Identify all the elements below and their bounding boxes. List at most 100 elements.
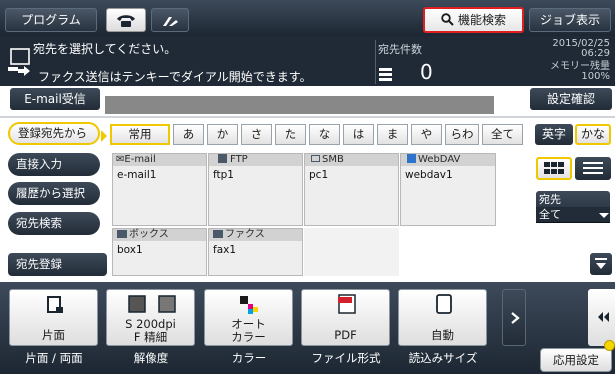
duplex-caption: 片面 / 両面	[25, 351, 83, 365]
color-icon	[240, 296, 258, 314]
color-setting-button[interactable]: オート カラー	[204, 289, 293, 346]
date-time: 2015/02/25 06:29	[480, 39, 610, 59]
cell-type-label: FTP	[230, 154, 248, 165]
divider	[0, 116, 615, 118]
fax-hint-text: ファクス送信はテンキーでダイアル開始できます。	[38, 70, 312, 84]
fax-mode-icon	[163, 17, 178, 26]
cell-type-header: ✉E-mail	[113, 154, 206, 166]
address-cell-email[interactable]: ✉E-mail e-mail1	[112, 153, 207, 226]
resolution-icon	[128, 295, 176, 313]
history-select-button[interactable]: 履歴から選択	[8, 182, 100, 205]
duplex-value: 片面	[42, 328, 65, 342]
color-caption: カラー	[231, 351, 267, 365]
tab-ma[interactable]: ま	[377, 124, 408, 145]
color-value-line2: カラー	[231, 330, 266, 344]
selected-arrow-icon	[101, 130, 107, 142]
tab-common[interactable]: 常用	[110, 124, 170, 145]
double-chevron-left-icon	[598, 312, 609, 322]
cell-type-label: E-mail	[124, 154, 156, 165]
kana-index-button[interactable]: かな	[575, 124, 611, 145]
cell-name: pc1	[309, 169, 329, 181]
tab-ya[interactable]: や	[411, 124, 442, 145]
cell-type-label: WebDAV	[418, 154, 461, 165]
list-icon	[379, 68, 392, 81]
simplex-icon	[47, 296, 63, 313]
destination-register-button[interactable]: 宛先登録	[8, 253, 107, 276]
page-icon	[436, 294, 452, 314]
collapse-panel-button[interactable]	[588, 289, 615, 346]
phone-button[interactable]	[106, 8, 146, 32]
address-cell-fax[interactable]: ファクス fax1	[208, 228, 303, 276]
cell-name: e-mail1	[117, 169, 157, 181]
grid-view-button[interactable]	[536, 157, 572, 180]
cell-name: webdav1	[405, 169, 453, 181]
function-search-label: 機能検索	[457, 13, 506, 27]
tab-ha[interactable]: は	[343, 124, 374, 145]
fax-mode-button[interactable]	[151, 8, 189, 32]
tab-sa[interactable]: さ	[241, 124, 272, 145]
alphabet-index-button[interactable]: 英字	[535, 124, 573, 145]
direct-input-button[interactable]: 直接入力	[8, 153, 100, 176]
resolution-fax-value: F 精細	[133, 330, 168, 344]
memory-status: メモリー残量 100%	[480, 62, 610, 82]
job-list-button[interactable]: ジョブ表示	[529, 8, 611, 32]
memory-value: 100%	[581, 71, 610, 82]
resolution-scan-value: S 200dpi	[125, 317, 176, 331]
instruction-text: 宛先を選択してください。	[33, 42, 177, 56]
scan-size-caption: 読込みサイズ	[408, 351, 478, 365]
function-search-button[interactable]: 機能検索	[423, 7, 524, 33]
list-view-button[interactable]	[575, 157, 611, 180]
search-icon	[441, 13, 454, 26]
cell-type-header: ファクス	[209, 229, 302, 241]
address-cell-webdav[interactable]: WebDAV webdav1	[400, 153, 496, 226]
tab-all[interactable]: 全て	[482, 124, 523, 145]
tab-ta[interactable]: た	[275, 124, 306, 145]
resolution-caption: 解像度	[133, 351, 169, 365]
scan-size-setting-button[interactable]: 自動	[398, 289, 487, 346]
pdf-icon	[338, 294, 356, 314]
file-format-value: PDF	[334, 328, 357, 342]
cell-type-label: SMB	[322, 154, 344, 165]
cell-type-header: FTP	[209, 154, 302, 166]
phone-icon	[117, 15, 135, 27]
address-cell-box[interactable]: ボックス box1	[112, 228, 207, 276]
email-input-bar[interactable]	[105, 96, 494, 114]
cell-name: ftp1	[213, 169, 234, 181]
tab-na[interactable]: な	[309, 124, 340, 145]
tab-ka[interactable]: か	[207, 124, 238, 145]
cell-name: box1	[117, 244, 143, 256]
address-cell-smb[interactable]: SMB pc1	[304, 153, 399, 226]
time-text: 06:29	[581, 48, 610, 59]
grid-view-icon	[544, 162, 564, 174]
email-receive-button[interactable]: E-mail受信	[10, 88, 100, 110]
resolution-setting-button[interactable]: S 200dpi F 精細	[106, 289, 195, 346]
cell-name: fax1	[213, 244, 237, 256]
settings-confirm-button[interactable]: 設定確認	[530, 88, 612, 110]
cell-type-header: SMB	[305, 154, 398, 166]
program-button[interactable]: プログラム	[5, 8, 97, 32]
cell-type-label: ボックス	[129, 229, 169, 240]
tab-a[interactable]: あ	[173, 124, 204, 145]
address-cell-ftp[interactable]: FTP ftp1	[208, 153, 303, 226]
file-format-setting-button[interactable]: PDF	[301, 289, 390, 346]
destination-count-label: 宛先件数	[378, 43, 422, 56]
ftp-icon	[218, 154, 227, 163]
cell-type-header: ボックス	[113, 229, 206, 241]
scroll-down-icon	[595, 258, 607, 269]
chevron-right-icon	[511, 312, 520, 324]
destination-search-button[interactable]: 宛先検索	[8, 212, 100, 235]
address-cell-empty	[304, 228, 399, 276]
scan-size-value: 自動	[431, 328, 454, 342]
box-icon	[117, 230, 127, 238]
advanced-settings-button[interactable]: 応用設定	[540, 348, 612, 372]
smb-icon	[311, 155, 320, 162]
webdav-icon	[407, 154, 416, 163]
scroll-down-button[interactable]	[590, 253, 612, 275]
registered-destination-button[interactable]: 登録宛先から	[8, 122, 100, 145]
next-settings-button[interactable]	[502, 289, 526, 346]
chevron-down-icon	[599, 213, 609, 218]
duplex-setting-button[interactable]: 片面	[9, 289, 98, 346]
tab-rawa[interactable]: らわ	[445, 124, 479, 145]
color-value-line1: オート	[231, 317, 266, 331]
fax-icon	[213, 230, 223, 238]
